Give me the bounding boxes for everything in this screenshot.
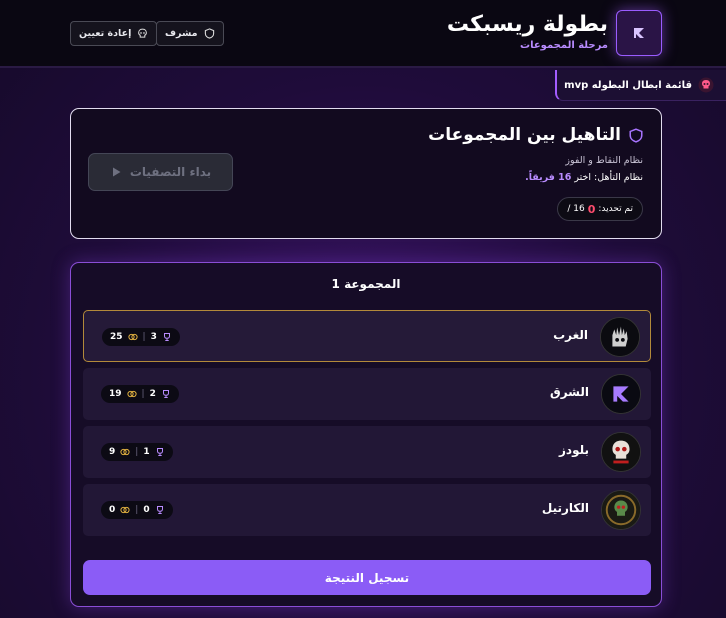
submit-result-label: تسجيل النتيجة bbox=[324, 570, 410, 585]
team-stats: 25 | 3 bbox=[102, 328, 180, 346]
team-points: 0 bbox=[109, 505, 116, 515]
team-avatar bbox=[601, 432, 641, 472]
mvp-list-label: قائمة ابطال البطوله mvp bbox=[564, 79, 692, 91]
team-row[interactable]: الغرب 25 | 3 bbox=[83, 310, 651, 362]
team-name: الشرق bbox=[549, 385, 589, 399]
stats-divider: | bbox=[142, 332, 146, 342]
skull-icon bbox=[698, 77, 714, 93]
team-name: بلودز bbox=[559, 443, 589, 457]
team-avatar bbox=[601, 374, 641, 414]
coin-icon bbox=[127, 333, 138, 341]
selected-total: / 16 bbox=[567, 204, 585, 214]
cartel-skull-icon bbox=[602, 491, 640, 529]
mvp-list-tab[interactable]: قائمة ابطال البطوله mvp bbox=[555, 70, 726, 101]
qualification-rule-prefix: نظام التأهل: اختر bbox=[574, 172, 643, 183]
team-name: الكارتيل bbox=[541, 501, 589, 515]
skull-hand-icon bbox=[601, 318, 639, 356]
trophy-icon bbox=[162, 390, 169, 398]
skull-logo-icon bbox=[602, 433, 640, 471]
brand-logo bbox=[616, 10, 662, 56]
coin-icon bbox=[120, 448, 130, 456]
stats-divider: | bbox=[135, 505, 139, 515]
group-title: المجموعة 1 bbox=[331, 277, 401, 291]
team-points: 19 bbox=[109, 389, 122, 399]
team-avatar bbox=[601, 490, 641, 530]
team-stats: 0 | 0 bbox=[101, 501, 173, 519]
page-subtitle: مرحلة المجموعات bbox=[520, 40, 608, 51]
stats-divider: | bbox=[141, 389, 145, 399]
team-row[interactable]: الكارتيل 0 | 0 bbox=[83, 484, 651, 536]
team-wins: 1 bbox=[143, 447, 150, 457]
team-points: 25 bbox=[110, 332, 123, 342]
team-wins: 0 bbox=[143, 505, 150, 515]
points-system-text: نظام النقاط و الفوز bbox=[565, 155, 643, 166]
coin-icon bbox=[120, 506, 130, 514]
trophy-icon bbox=[156, 448, 163, 456]
team-points: 9 bbox=[109, 447, 116, 457]
reset-label: إعادة تعيين bbox=[79, 28, 132, 39]
admin-label: مشرف bbox=[165, 28, 198, 39]
selected-count: 0 bbox=[587, 202, 596, 216]
start-playoffs-button[interactable]: بداء التصفيات bbox=[88, 153, 233, 191]
qualification-rule-count: 16 فريقاً. bbox=[525, 172, 572, 183]
skull-icon bbox=[138, 28, 148, 38]
team-stats: 9 | 1 bbox=[101, 443, 173, 461]
admin-button[interactable]: مشرف bbox=[156, 21, 224, 46]
group-panel: المجموعة 1 الغرب 25 | 3 الشرق 19 | 2 بلو… bbox=[70, 262, 662, 607]
team-row[interactable]: بلودز 9 | 1 bbox=[83, 426, 651, 478]
start-playoffs-label: بداء التصفيات bbox=[129, 165, 212, 179]
trophy-icon bbox=[156, 506, 163, 514]
submit-result-button[interactable]: تسجيل النتيجة bbox=[83, 560, 651, 595]
team-avatar bbox=[600, 317, 640, 357]
reset-button[interactable]: إعادة تعيين bbox=[70, 21, 158, 46]
team-stats: 19 | 2 bbox=[101, 385, 179, 403]
team-name: الغرب bbox=[553, 328, 588, 342]
shield-icon bbox=[204, 28, 214, 39]
qualification-rule: نظام التأهل: اختر 16 فريقاً. bbox=[525, 172, 643, 183]
k-logo-icon bbox=[602, 375, 640, 413]
qualification-panel: التاهيل بين المجموعات نظام النقاط و الفو… bbox=[70, 108, 662, 239]
play-icon bbox=[112, 167, 121, 177]
qualification-title: التاهيل بين المجموعات bbox=[428, 125, 621, 145]
coin-icon bbox=[126, 390, 137, 398]
page-title: بطولة ريسبكت bbox=[446, 12, 608, 37]
selected-label: تم تحديد: bbox=[598, 204, 633, 214]
team-wins: 2 bbox=[149, 389, 156, 399]
team-row[interactable]: الشرق 19 | 2 bbox=[83, 368, 651, 420]
stats-divider: | bbox=[135, 447, 139, 457]
selection-counter: تم تحديد: 0 / 16 bbox=[557, 197, 643, 221]
k-logo-icon bbox=[634, 28, 644, 38]
trophy-icon bbox=[163, 333, 170, 341]
team-wins: 3 bbox=[150, 332, 157, 342]
qualification-title-row: التاهيل بين المجموعات bbox=[428, 125, 643, 145]
shield-icon bbox=[629, 127, 643, 143]
top-bar: بطولة ريسبكت مرحلة المجموعات مشرف إعادة … bbox=[0, 0, 726, 68]
